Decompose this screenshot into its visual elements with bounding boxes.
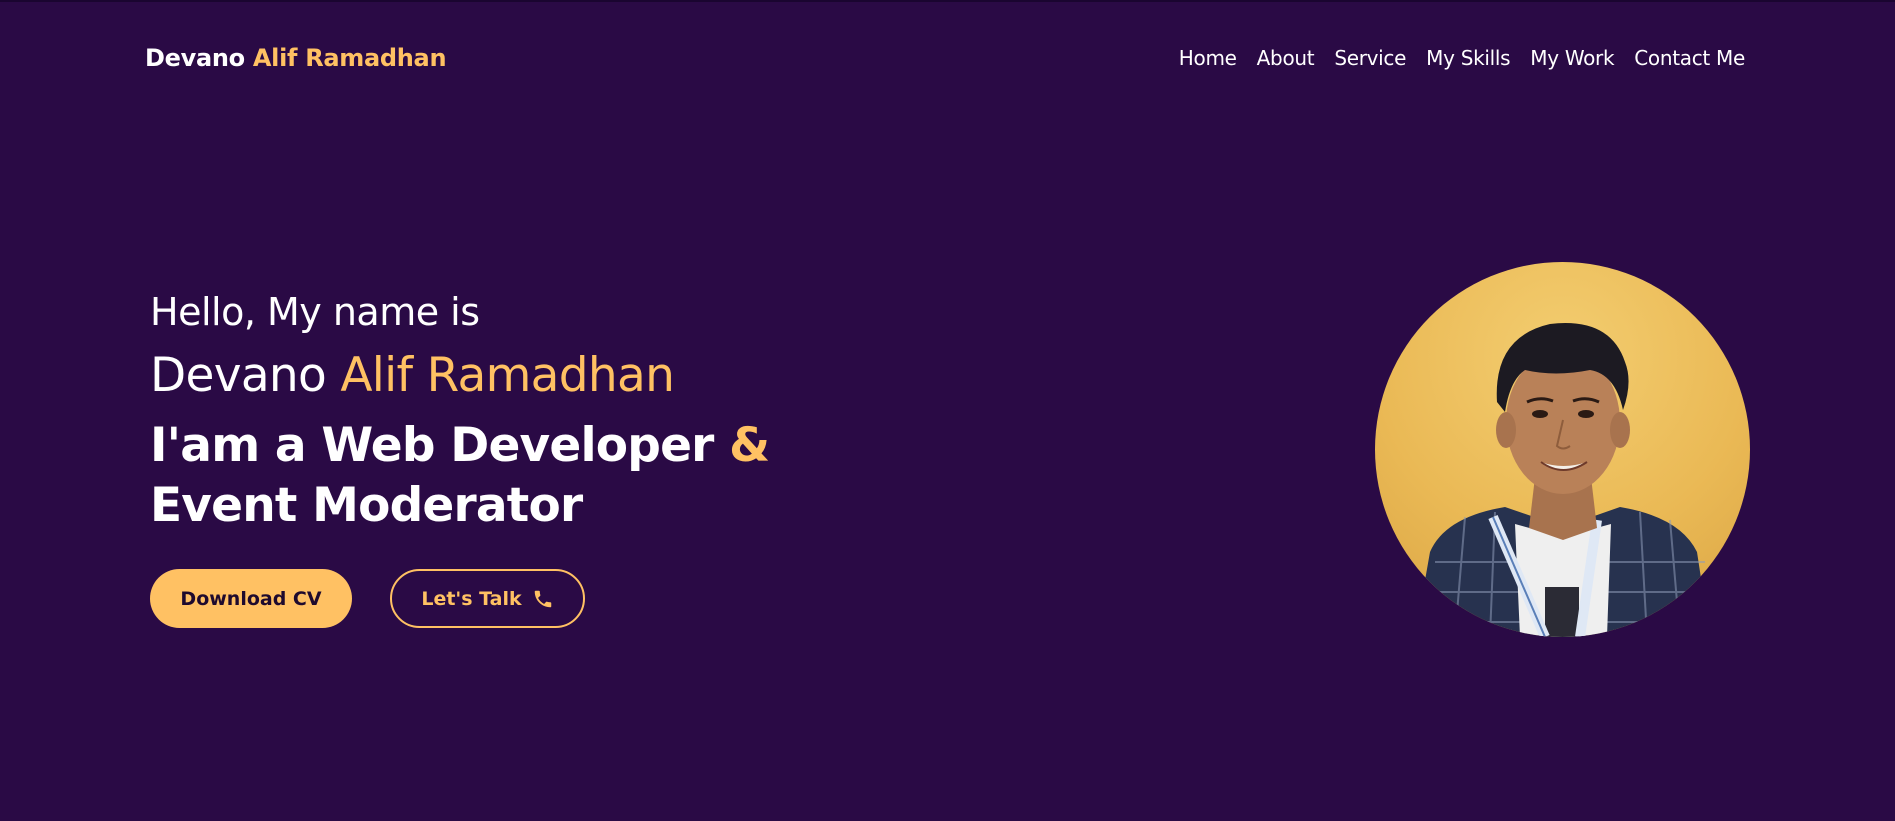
navbar: Devano Alif Ramadhan Home About Service … (0, 0, 1895, 116)
nav-contact-me[interactable]: Contact Me (1634, 46, 1745, 70)
hero-buttons: Download CV Let's Talk (150, 569, 585, 628)
main-nav: Home About Service My Skills My Work Con… (1179, 46, 1746, 70)
hero-name-first: Devano (150, 348, 341, 403)
hero-name-last: Alif Ramadhan (340, 348, 675, 403)
nav-service[interactable]: Service (1334, 46, 1406, 70)
download-cv-button[interactable]: Download CV (150, 569, 352, 628)
nav-my-skills[interactable]: My Skills (1426, 46, 1510, 70)
hero-role-part1: I'am a Web Developer (150, 418, 730, 473)
hero-role-part2: Event Moderator (150, 478, 583, 533)
phone-icon (534, 590, 551, 607)
nav-home[interactable]: Home (1179, 46, 1237, 70)
lets-talk-label: Let's Talk (421, 587, 522, 610)
hero-role: I'am a Web Developer & Event Moderator (150, 416, 890, 536)
hero-name: Devano Alif Ramadhan (150, 348, 950, 404)
profile-photo (1415, 323, 1713, 637)
nav-my-work[interactable]: My Work (1530, 46, 1614, 70)
lets-talk-button[interactable]: Let's Talk (390, 569, 585, 628)
hero-greeting: Hello, My name is (150, 290, 480, 334)
nav-about[interactable]: About (1257, 46, 1315, 70)
brand-last-name: Alif Ramadhan (252, 44, 447, 72)
hero-section: Hello, My name is Devano Alif Ramadhan I… (150, 290, 950, 536)
brand-logo[interactable]: Devano Alif Ramadhan (145, 44, 447, 72)
hero-role-ampersand: & (729, 418, 770, 473)
brand-first-name: Devano (145, 44, 253, 72)
profile-avatar (1375, 262, 1750, 637)
